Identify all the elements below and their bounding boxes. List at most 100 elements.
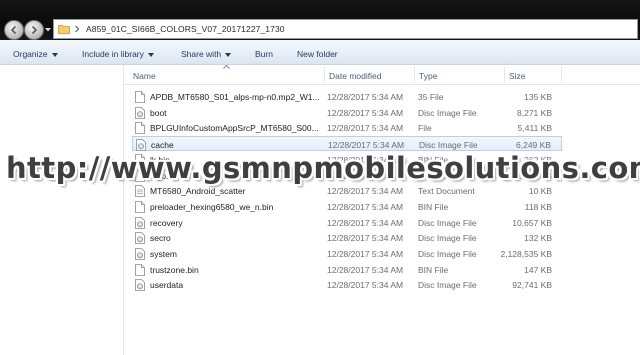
file-type: 35 File	[418, 92, 444, 102]
file-size: 132 KB	[524, 233, 552, 244]
file-size: 8,271 KB	[517, 107, 552, 118]
file-size: 5,411 KB	[517, 123, 552, 134]
address-path: A859_01C_SI66B_COLORS_V07_20171227_1730	[86, 24, 285, 34]
organize-button[interactable]: Organize	[13, 49, 58, 59]
file-type: Disc Image File	[418, 280, 477, 291]
file-date-modified: 12/28/2017 5:34 AM	[327, 201, 404, 212]
file-name: MT6580_Android_scatter	[150, 186, 246, 197]
column-divider[interactable]	[414, 67, 415, 83]
file-row[interactable]: trustzone.bin 12/28/2017 5:34 AM BIN File 1…	[132, 262, 562, 277]
file-date-modified: 12/28/2017 5:34 AM	[327, 107, 404, 118]
file-date-modified: 12/28/2017 5:34 AM	[327, 249, 404, 259]
file-name: userdata	[150, 280, 184, 291]
column-header-size[interactable]: Size	[509, 71, 526, 81]
file-row[interactable]: cache 12/28/2017 5:34 AM Disc Image File 6,…	[132, 136, 562, 152]
file-type: Disc Image File	[418, 249, 477, 259]
disc-image-icon	[135, 232, 145, 245]
file-type: BIN File	[418, 264, 449, 275]
file-type: Disc Image File	[418, 217, 477, 228]
navigation-pane[interactable]	[0, 65, 124, 355]
file-type: Disc Image File	[419, 140, 478, 151]
file-row[interactable]: recovery 12/28/2017 5:34 AM Disc Image Fil…	[132, 215, 562, 230]
file-name: recovery	[150, 217, 183, 228]
column-divider[interactable]	[324, 67, 325, 83]
column-header-date[interactable]: Date modified	[329, 71, 381, 81]
generic-file-icon	[135, 263, 145, 276]
share-with-label: Share with	[181, 49, 222, 59]
file-size: 10 KB	[528, 186, 552, 197]
file-row[interactable]: APDB_MT6580_S01_alps-mp-n0.mp2_W1... 12/2…	[132, 89, 562, 104]
include-in-library-label: Include in library	[82, 49, 144, 59]
file-date-modified: 12/28/2017 5:34 AM	[327, 233, 404, 244]
dropdown-arrow-icon	[51, 52, 58, 57]
column-header-type[interactable]: Type	[419, 71, 437, 81]
file-list[interactable]: Name Date modified Type Size APDB_MT6580…	[124, 65, 640, 355]
disc-image-icon	[135, 106, 145, 119]
file-type: File	[418, 123, 432, 134]
disc-image-icon	[135, 216, 145, 229]
file-date-modified: 12/28/2017 5:34 AM	[327, 280, 404, 291]
file-date-modified: 12/28/2017 5:34 AM	[327, 123, 404, 134]
file-type: Text Document	[418, 186, 475, 197]
include-in-library-button[interactable]: Include in library	[82, 49, 154, 59]
arrow-right-icon	[31, 25, 38, 35]
dropdown-arrow-icon	[225, 52, 232, 57]
forward-button[interactable]	[24, 20, 44, 40]
file-row[interactable]: system 12/28/2017 5:34 AM Disc Image File 2…	[132, 246, 562, 261]
file-size: 135 KB	[524, 92, 552, 102]
generic-file-icon	[135, 122, 145, 135]
disc-image-icon	[135, 279, 145, 292]
file-size: 92,741 KB	[512, 280, 552, 291]
file-size: 6,249 KB	[516, 140, 551, 151]
share-with-button[interactable]: Share with	[181, 49, 232, 59]
file-type: Disc Image File	[418, 233, 477, 244]
file-row[interactable]: boot 12/28/2017 5:34 AM Disc Image File 8,2…	[132, 105, 562, 120]
text-document-icon	[135, 185, 145, 198]
generic-file-icon	[135, 200, 145, 213]
window-titlebar: A859_01C_SI66B_COLORS_V07_20171227_1730	[0, 0, 640, 40]
file-row[interactable]: userdata 12/28/2017 5:34 AM Disc Image Fil…	[132, 277, 562, 292]
sort-ascending-icon	[223, 65, 230, 69]
file-name: APDB_MT6580_S01_alps-mp-n0.mp2_W1...	[150, 92, 320, 102]
breadcrumb-chevron-icon[interactable]	[74, 25, 80, 33]
new-folder-button[interactable]: New folder	[297, 49, 338, 59]
file-name: cache	[151, 140, 174, 151]
column-divider[interactable]	[504, 67, 505, 83]
file-date-modified: 12/28/2017 5:34 AM	[328, 140, 405, 151]
watermark-url: http://www.gsmnpmobilesolutions.com/	[6, 151, 640, 185]
back-button[interactable]	[4, 20, 24, 40]
file-name: trustzone.bin	[150, 264, 199, 275]
burn-button[interactable]: Burn	[255, 49, 273, 59]
address-bar[interactable]: A859_01C_SI66B_COLORS_V07_20171227_1730	[53, 19, 638, 39]
organize-label: Organize	[13, 49, 48, 59]
file-name: preloader_hexing6580_we_n.bin	[150, 201, 274, 212]
file-date-modified: 12/28/2017 5:34 AM	[327, 92, 404, 102]
disc-image-icon	[135, 248, 145, 260]
file-date-modified: 12/28/2017 5:34 AM	[327, 217, 404, 228]
file-row[interactable]: BPLGUInfoCustomAppSrcP_MT6580_S00... 12/2…	[132, 120, 562, 135]
file-type: BIN File	[418, 201, 449, 212]
file-date-modified: 12/28/2017 5:34 AM	[327, 186, 404, 197]
file-size: 118 KB	[524, 201, 552, 212]
file-name: secro	[150, 233, 171, 244]
file-size: 147 KB	[524, 264, 552, 275]
file-size: 2,128,535 KB	[500, 249, 552, 259]
folder-icon	[58, 25, 70, 34]
file-name: BPLGUInfoCustomAppSrcP_MT6580_S00...	[150, 123, 319, 134]
command-toolbar: Organize Include in library Share with B…	[0, 40, 640, 65]
burn-label: Burn	[255, 49, 273, 59]
file-row[interactable]: preloader_hexing6580_we_n.bin 12/28/2017 …	[132, 199, 562, 214]
file-type: Disc Image File	[418, 107, 477, 118]
new-folder-label: New folder	[297, 49, 338, 59]
file-name: boot	[150, 107, 167, 118]
file-name: system	[150, 249, 177, 259]
file-row[interactable]: MT6580_Android_scatter 12/28/2017 5:34 AM…	[132, 183, 562, 198]
column-header-row: Name Date modified Type Size	[124, 65, 640, 85]
recent-pages-dropdown-icon[interactable]	[44, 27, 52, 33]
file-size: 10,657 KB	[512, 217, 552, 228]
column-header-name[interactable]: Name	[133, 71, 156, 81]
disc-image-icon	[136, 139, 146, 151]
generic-file-icon	[135, 91, 145, 103]
column-divider[interactable]	[561, 67, 562, 83]
file-row[interactable]: secro 12/28/2017 5:34 AM Disc Image File 13…	[132, 230, 562, 245]
